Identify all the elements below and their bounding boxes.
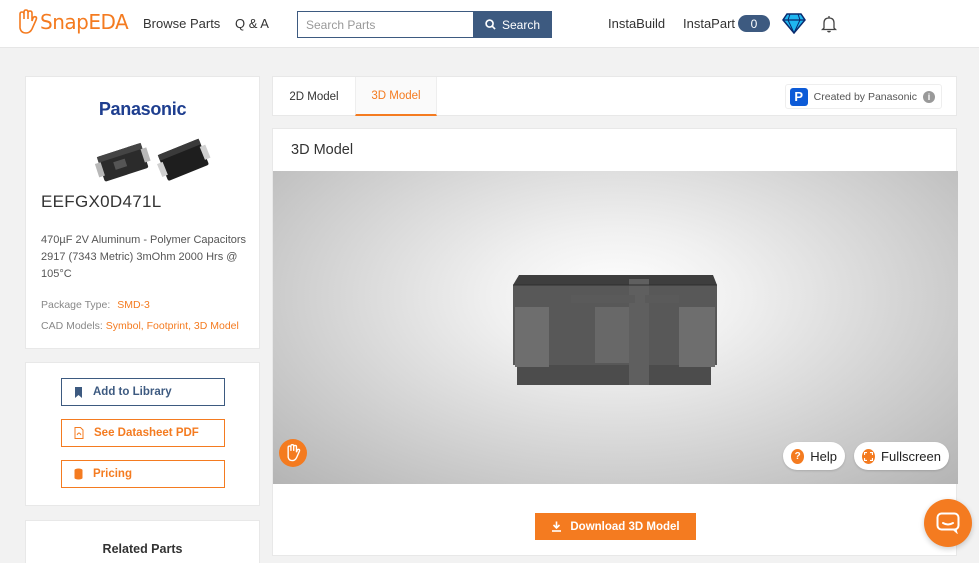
- nav-browse-parts[interactable]: Browse Parts: [143, 16, 220, 31]
- cad-models-label: CAD Models:: [41, 320, 103, 332]
- datasheet-button[interactable]: See Datasheet PDF: [61, 419, 225, 447]
- tab-3d-model[interactable]: 3D Model: [355, 77, 437, 116]
- datasheet-label: See Datasheet PDF: [94, 427, 199, 439]
- cad-models-row: CAD Models: Symbol, Footprint, 3D Model: [41, 320, 239, 332]
- fullscreen-icon: [862, 448, 876, 464]
- help-button[interactable]: ? Help: [783, 442, 845, 470]
- help-label: Help: [810, 448, 837, 464]
- pricing-label: Pricing: [93, 468, 132, 480]
- 3d-viewer[interactable]: ? Help Fullscreen: [273, 171, 958, 484]
- hand-icon: [287, 444, 301, 462]
- pricing-button[interactable]: Pricing: [61, 460, 225, 488]
- fullscreen-label: Fullscreen: [881, 448, 941, 464]
- rotate-hand-button[interactable]: [279, 439, 307, 467]
- notification-bell-icon[interactable]: [821, 15, 837, 33]
- add-to-library-label: Add to Library: [93, 386, 172, 398]
- snapeda-logo[interactable]: SnapEDA: [16, 9, 129, 35]
- 3d-model-render[interactable]: [511, 267, 721, 392]
- download-label: Download 3D Model: [570, 520, 680, 533]
- package-type-label: Package Type:: [41, 299, 111, 311]
- created-by-text: Created by Panasonic: [813, 90, 917, 103]
- part-number: EEFGX0D471L: [41, 192, 162, 211]
- package-type-row: Package Type: SMD-3: [41, 299, 150, 311]
- part-image: [94, 138, 211, 182]
- download-3d-model-button[interactable]: Download 3D Model: [535, 513, 696, 540]
- search-icon: [485, 19, 496, 30]
- help-icon: ?: [791, 448, 805, 464]
- info-icon[interactable]: i: [923, 90, 935, 103]
- diamond-icon[interactable]: [782, 12, 806, 34]
- search-button-label: Search: [501, 17, 541, 32]
- model-tabs: 2D Model 3D Model P Created by Panasonic…: [272, 76, 957, 116]
- actions-card: Add to Library See Datasheet PDF Pricing: [25, 362, 260, 506]
- search-button[interactable]: Search: [473, 11, 552, 38]
- top-header: SnapEDA Browse Parts Q & A Search InstaB…: [0, 0, 979, 48]
- bookmark-icon: [75, 386, 82, 398]
- add-to-library-button[interactable]: Add to Library: [61, 378, 225, 406]
- panasonic-p-icon: P: [789, 87, 808, 106]
- download-icon: [552, 521, 562, 532]
- related-parts-title: Related Parts: [102, 542, 183, 556]
- model-title: 3D Model: [291, 142, 354, 158]
- snap-hand-icon: [19, 9, 38, 34]
- cad-models-value[interactable]: Symbol, Footprint, 3D Model: [106, 320, 239, 332]
- nav-instapart[interactable]: InstaPart: [683, 16, 735, 31]
- fullscreen-button[interactable]: Fullscreen: [854, 442, 949, 470]
- chat-launcher-button[interactable]: [924, 499, 972, 547]
- coins-icon: [74, 468, 83, 480]
- tab-2d-model[interactable]: 2D Model: [273, 77, 355, 116]
- nav-qa[interactable]: Q & A: [235, 16, 269, 31]
- pdf-icon: [74, 427, 84, 439]
- nav-instabuild[interactable]: InstaBuild: [608, 16, 665, 31]
- instapart-count-badge[interactable]: 0: [738, 15, 770, 32]
- 3d-model-card: 3D Model ? Help Fullscreen Download 3D M…: [272, 128, 958, 556]
- related-parts-card: Related Parts: [25, 520, 260, 563]
- logo-text: SnapEDA: [40, 10, 129, 34]
- chat-icon: [936, 512, 960, 534]
- created-by-badge[interactable]: P Created by Panasonic i: [784, 84, 942, 109]
- manufacturer-logo: Panasonic: [98, 99, 187, 119]
- part-description: 470µF 2V Aluminum - Polymer Capacitors 2…: [41, 234, 247, 280]
- search-input[interactable]: [297, 11, 473, 38]
- package-type-value[interactable]: SMD-3: [117, 299, 150, 311]
- part-info-card: Panasonic EEFGX0D471L 470µF 2V Aluminum …: [25, 76, 260, 349]
